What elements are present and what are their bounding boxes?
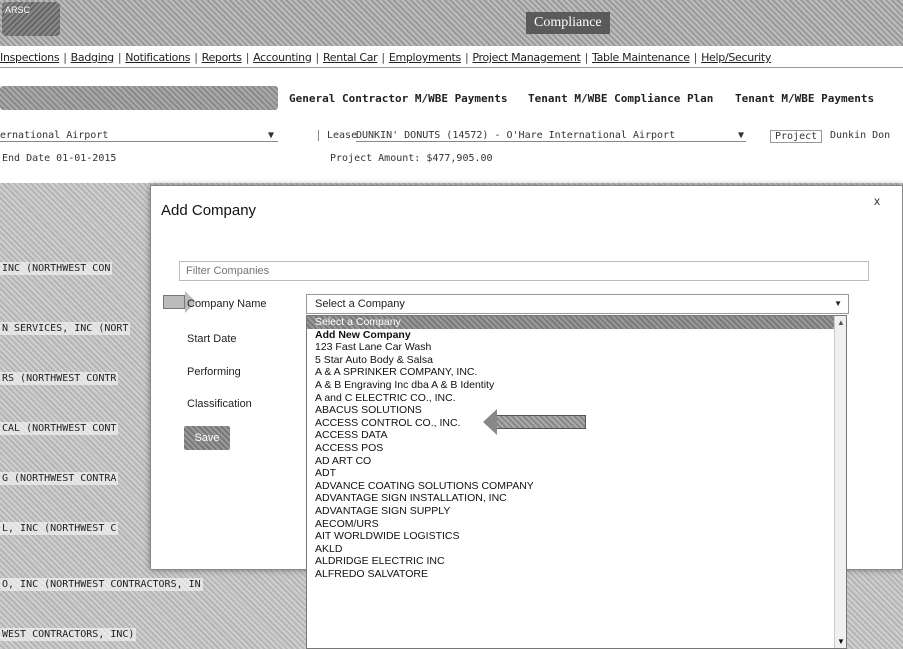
airport-select[interactable]: ernational Airport ▼ [0, 130, 278, 142]
menu-item[interactable]: Accounting [253, 51, 312, 64]
dropdown-option[interactable]: ADT [307, 467, 846, 480]
arrow-annotation-icon [163, 291, 196, 313]
arrow-annotation-icon [483, 409, 586, 435]
menu-item[interactable]: Table Maintenance [592, 51, 690, 64]
chevron-down-icon: ▼ [834, 299, 842, 308]
menu-item[interactable]: Help/Security [701, 51, 771, 64]
dropdown-option[interactable]: AD ART CO [307, 455, 846, 468]
dropdown-option[interactable]: ADVANTAGE SIGN SUPPLY [307, 505, 846, 518]
menu-separator: | [315, 51, 320, 64]
main-menu: Inspections | Badging | Notifications | Report… [0, 46, 903, 68]
dropdown-option[interactable]: A & B Engraving Inc dba A & B Identity [307, 379, 846, 392]
table-row: G (NORTHWEST CONTRA [0, 472, 119, 485]
lease-label: Lease [318, 130, 357, 141]
menu-item[interactable]: Badging [71, 51, 114, 64]
menu-separator: | [464, 51, 469, 64]
classification-label: Classification [187, 398, 252, 410]
menu-separator: | [245, 51, 250, 64]
dropdown-option[interactable]: ACCESS DATA [307, 429, 846, 442]
performing-label: Performing [187, 366, 241, 378]
project-select[interactable]: Dunkin Don [830, 130, 890, 141]
tab-gc-mwbe-payments[interactable]: General Contractor M/WBE Payments [289, 92, 508, 105]
tab-subcontractor-payments[interactable] [0, 86, 278, 110]
menu-item[interactable]: Reports [202, 51, 242, 64]
project-label: Project [770, 130, 823, 143]
dropdown-option[interactable]: ACCESS POS [307, 442, 846, 455]
app-logo: ARSC [2, 2, 60, 36]
table-row: O, INC (NORTHWEST CONTRACTORS, IN [0, 578, 203, 591]
menu-item[interactable]: Employments [389, 51, 461, 64]
subtab-bar: General Contractor M/WBE Payments Tenant… [0, 86, 903, 112]
company-dropdown-list[interactable]: Select a Company Add New Company 123 Fast … [306, 315, 847, 649]
app-title: Compliance [526, 12, 610, 34]
menu-separator: | [381, 51, 385, 64]
logo-text: ARSC [5, 5, 31, 15]
table-row: N SERVICES, INC (NORT [0, 322, 131, 335]
dropdown-scrollbar[interactable]: ▲ ▼ [834, 316, 846, 648]
company-name-label: Company Name [187, 298, 267, 310]
table-row: L, INC (NORTHWEST C [0, 522, 119, 535]
dropdown-option[interactable]: ALDRIDGE ELECTRIC INC [307, 555, 846, 568]
app-header: ARSC Compliance [0, 0, 903, 46]
save-button[interactable]: Save [184, 426, 230, 450]
scroll-up-icon[interactable]: ▲ [837, 318, 845, 327]
dropdown-option[interactable]: A & A SPRINKER COMPANY, INC. [307, 366, 846, 379]
table-row: CAL (NORTHWEST CONT [0, 422, 119, 435]
dropdown-option[interactable]: AIT WORLDWIDE LOGISTICS [307, 530, 846, 543]
table-row: WEST CONTRACTORS, INC) [0, 628, 137, 641]
menu-item[interactable]: Notifications [125, 51, 190, 64]
menu-separator: | [584, 51, 589, 64]
close-icon[interactable]: x [874, 194, 880, 208]
menu-separator: | [194, 51, 198, 64]
dropdown-option[interactable]: A and C ELECTRIC CO., INC. [307, 392, 846, 405]
tab-tenant-compliance-plan[interactable]: Tenant M/WBE Compliance Plan [528, 92, 713, 105]
menu-item[interactable]: Rental Car [323, 51, 378, 64]
scroll-down-icon[interactable]: ▼ [837, 637, 845, 646]
company-select-value: Select a Company [315, 298, 405, 310]
company-name-select[interactable]: Select a Company ▼ [306, 294, 849, 314]
lease-select[interactable]: DUNKIN' DONUTS (14572) - O'Hare Internat… [356, 130, 746, 142]
menu-item[interactable]: Inspections [0, 51, 60, 64]
filters-panel: ernational Airport ▼ End Date 01-01-2015 … [0, 125, 903, 175]
menu-separator: | [117, 51, 122, 64]
dropdown-option[interactable]: AKLD [307, 543, 846, 556]
menu-separator: | [63, 51, 67, 64]
end-date-text: End Date 01-01-2015 [2, 153, 117, 164]
table-row: RS (NORTHWEST CONTR [0, 372, 119, 385]
dropdown-option[interactable]: AECOM/URS [307, 518, 846, 531]
dropdown-option[interactable]: Add New Company [307, 329, 846, 342]
modal-title: Add Company [161, 202, 257, 219]
menu-separator: | [693, 51, 698, 64]
tab-tenant-mwbe-payments[interactable]: Tenant M/WBE Payments [735, 92, 874, 105]
filter-companies-input[interactable] [179, 261, 869, 281]
dropdown-option[interactable]: 5 Star Auto Body & Salsa [307, 354, 846, 367]
dropdown-option[interactable]: ALFREDO SALVATORE [307, 568, 846, 581]
start-date-label: Start Date [187, 333, 237, 345]
project-amount-text: Project Amount: $477,905.00 [330, 153, 493, 164]
dropdown-option[interactable]: 123 Fast Lane Car Wash [307, 341, 846, 354]
dropdown-option[interactable]: ADVANCE COATING SOLUTIONS COMPANY [307, 480, 846, 493]
table-row: INC (NORTHWEST CON [0, 262, 113, 275]
dropdown-option[interactable]: ADVANTAGE SIGN INSTALLATION, INC [307, 492, 846, 505]
menu-item[interactable]: Project Management [472, 51, 581, 64]
dropdown-option-selected[interactable]: Select a Company [307, 316, 846, 329]
